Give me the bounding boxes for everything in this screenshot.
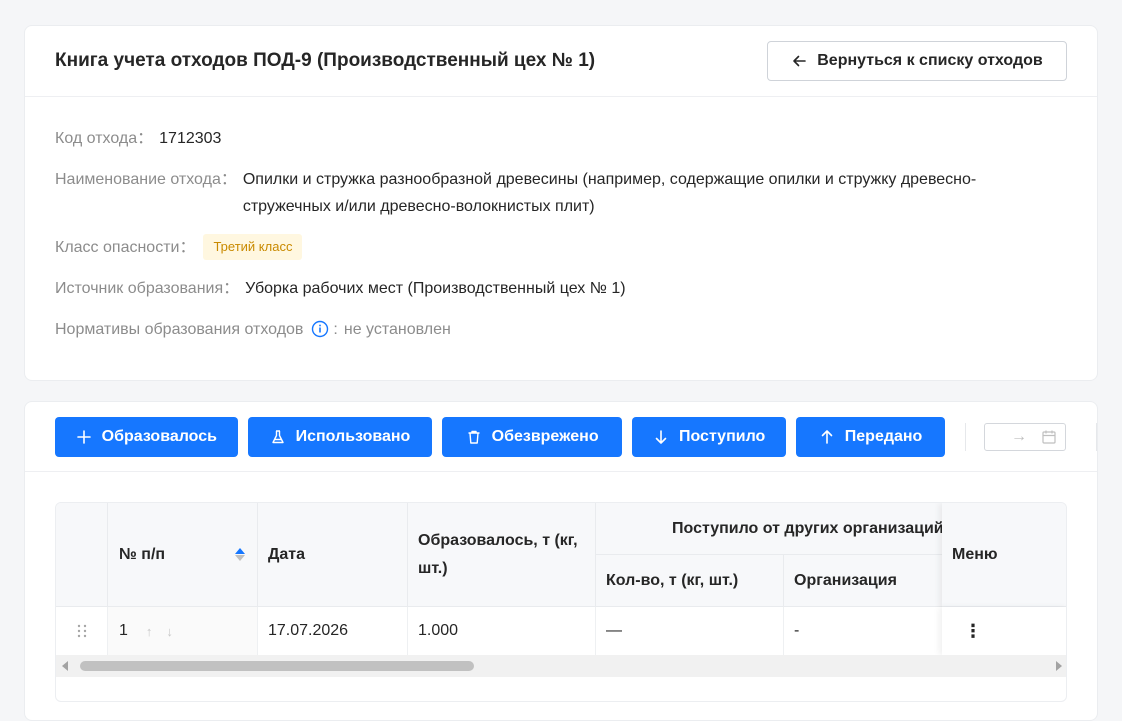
field-label: Класс опасности： bbox=[55, 239, 196, 256]
neutralized-button-label: Обезврежено bbox=[491, 427, 599, 445]
colon-separator: : bbox=[333, 321, 338, 338]
transferred-button-label: Передано bbox=[844, 427, 923, 445]
arrow-up-icon bbox=[821, 429, 833, 444]
arrow-down-icon bbox=[655, 429, 667, 444]
back-to-list-button[interactable]: Вернуться к списку отходов bbox=[767, 41, 1067, 81]
column-header-label: Поступило от других организаций bbox=[672, 519, 944, 537]
drag-column-header bbox=[56, 503, 108, 607]
row-menu-button[interactable]: ⋮ bbox=[964, 621, 982, 642]
column-header-label: № п/п bbox=[119, 545, 166, 563]
field-waste-name: Наименование отхода： Опилки и стружка ра… bbox=[55, 166, 1067, 220]
field-value: Опилки и стружка разнообразной древесины… bbox=[242, 171, 977, 215]
date-range-picker[interactable]: → bbox=[983, 422, 1067, 451]
column-header-label: Меню bbox=[952, 545, 998, 563]
row-drag-handle[interactable] bbox=[56, 607, 108, 655]
cell-value: 17.07.2026 bbox=[268, 622, 349, 639]
column-header-formed: Образовалось, т (кг, шт.) bbox=[408, 503, 596, 607]
column-header-num[interactable]: № п/п bbox=[108, 503, 258, 607]
plus-icon bbox=[76, 429, 91, 444]
received-button-label: Поступило bbox=[678, 427, 766, 445]
cell-num: 1 ↑ ↓ bbox=[108, 607, 258, 655]
cell-value: 1.000 bbox=[418, 622, 459, 639]
field-value: не установлен bbox=[343, 321, 451, 338]
scroll-left-icon[interactable] bbox=[62, 661, 68, 671]
hazard-class-badge: Третий класс bbox=[203, 234, 303, 260]
row-move-down-icon[interactable]: ↓ bbox=[166, 624, 173, 639]
cell-value: - bbox=[794, 622, 800, 639]
horizontal-scrollbar[interactable] bbox=[56, 655, 1066, 677]
info-icon[interactable] bbox=[311, 320, 329, 338]
cell-date: 17.07.2026 bbox=[258, 607, 408, 655]
scroll-right-icon[interactable] bbox=[1056, 661, 1062, 671]
sort-icon[interactable] bbox=[235, 548, 245, 561]
column-header-menu: Меню bbox=[942, 503, 1066, 607]
formed-button[interactable]: Образовалось bbox=[55, 416, 238, 457]
scrollbar-thumb[interactable] bbox=[80, 661, 474, 671]
used-button[interactable]: Использовано bbox=[247, 416, 433, 457]
field-value: Уборка рабочих мест (Производственный це… bbox=[245, 280, 626, 297]
column-header-org: Организация bbox=[784, 555, 944, 607]
column-header-received-group: Поступило от других организаций bbox=[596, 503, 944, 555]
page-title: Книга учета отходов ПОД-9 (Производствен… bbox=[55, 50, 596, 71]
field-label: Источник образования： bbox=[55, 280, 240, 297]
neutralized-button[interactable]: Обезврежено bbox=[442, 416, 622, 457]
column-header-date: Дата bbox=[258, 503, 408, 607]
column-header-label: Кол-во, т (кг, шт.) bbox=[606, 571, 739, 589]
cell-formed: 1.000 bbox=[408, 607, 596, 655]
cell-menu: ⋮ bbox=[942, 607, 1066, 655]
transferred-button[interactable]: Передано bbox=[796, 416, 945, 457]
drag-handle-icon bbox=[77, 624, 86, 638]
back-button-label: Вернуться к списку отходов bbox=[817, 52, 1043, 69]
cell-value: 1 bbox=[119, 622, 128, 639]
cell-qty: — bbox=[596, 607, 784, 655]
waste-fields: Код отхода： 1712303 Наименование отхода：… bbox=[25, 97, 1097, 343]
records-card: Образовалось Использовано Обезврежено По… bbox=[24, 401, 1098, 721]
trash-icon bbox=[468, 430, 480, 444]
column-header-label: Образовалось, т (кг, шт.) bbox=[418, 531, 578, 577]
records-toolbar: Образовалось Использовано Обезврежено По… bbox=[25, 402, 1097, 472]
calendar-icon bbox=[1042, 430, 1056, 444]
used-button-label: Использовано bbox=[295, 427, 411, 445]
toolbar-divider bbox=[1096, 422, 1097, 451]
flask-icon bbox=[271, 429, 284, 443]
field-source: Источник образования： Уборка рабочих мес… bbox=[55, 275, 1067, 302]
toolbar-divider bbox=[964, 422, 966, 451]
field-value: 1712303 bbox=[159, 130, 222, 147]
waste-info-card: Книга учета отходов ПОД-9 (Производствен… bbox=[24, 25, 1098, 381]
records-table: № п/п Дата Образовалось, т (кг, шт.) Пос… bbox=[55, 502, 1067, 702]
card-header: Книга учета отходов ПОД-9 (Производствен… bbox=[25, 26, 1097, 97]
cell-value: — bbox=[606, 622, 622, 639]
column-header-qty: Кол-во, т (кг, шт.) bbox=[596, 555, 784, 607]
field-label: Нормативы образования отходов bbox=[55, 321, 304, 338]
arrow-left-icon bbox=[793, 55, 807, 67]
cell-org: - bbox=[784, 607, 944, 655]
field-waste-code: Код отхода： 1712303 bbox=[55, 125, 1067, 152]
date-range-arrow: → bbox=[1011, 427, 1028, 445]
row-move-up-icon[interactable]: ↑ bbox=[146, 624, 153, 639]
formed-button-label: Образовалось bbox=[101, 427, 217, 445]
field-hazard-class: Класс опасности： Третий класс bbox=[55, 234, 1067, 261]
field-label: Код отхода： bbox=[55, 130, 154, 147]
received-button[interactable]: Поступило bbox=[631, 416, 787, 457]
column-header-label: Организация bbox=[794, 571, 897, 589]
field-norms: Нормативы образования отходов : не устан… bbox=[55, 316, 1067, 343]
field-label: Наименование отхода： bbox=[55, 171, 237, 188]
column-header-label: Дата bbox=[268, 545, 306, 563]
